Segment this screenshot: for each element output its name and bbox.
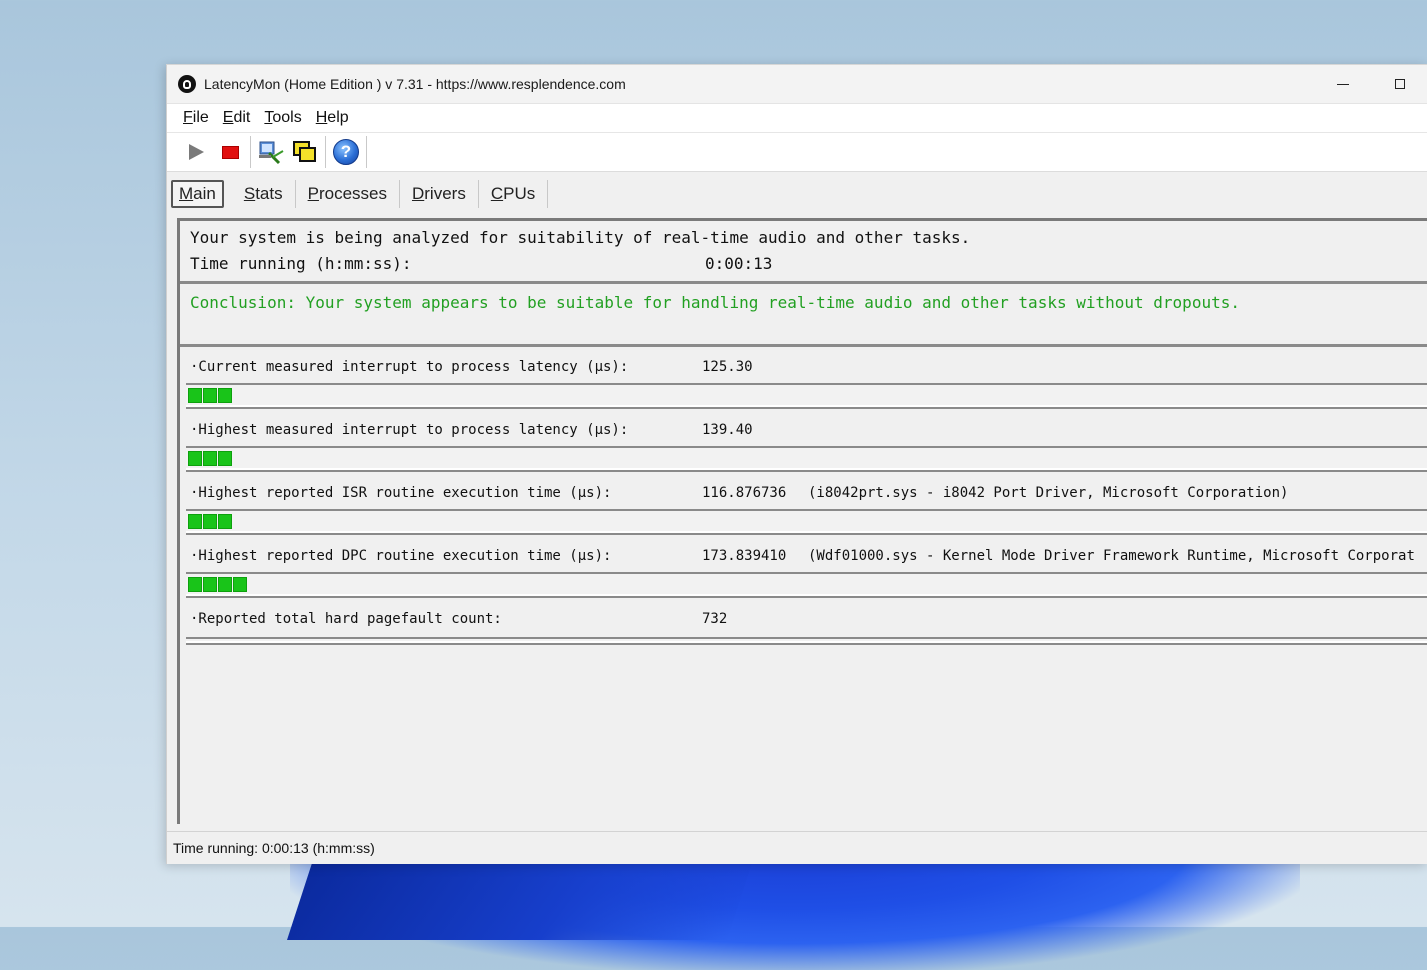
window-title: LatencyMon (Home Edition ) v 7.31 - http… [204,76,626,92]
latency-bar-segment [218,577,232,592]
metric-highest-latency: ·Highest measured interrupt to process l… [186,410,1427,473]
metric-label: ·Current measured interrupt to process l… [190,359,629,375]
metric-extra: (Wdf01000.sys - Kernel Mode Driver Frame… [808,548,1415,564]
metric-value: 116.876736 [702,485,787,501]
latency-bar-segment [203,577,217,592]
windows-icon [293,141,316,162]
menu-file[interactable]: File [176,109,216,127]
latency-bar-segment [188,577,202,592]
tab-drivers[interactable]: Drivers [400,180,479,208]
time-running-value: 0:00:13 [705,254,773,273]
minimize-button[interactable] [1314,65,1371,103]
metric-extra: (i8042prt.sys - i8042 Port Driver, Micro… [808,485,1289,501]
analysis-box: Your system is being analyzed for suitab… [180,221,1427,284]
toolbar-separator [366,136,367,168]
latency-bar-segment [188,388,202,403]
menu-edit[interactable]: Edit [216,109,258,127]
latency-bar-fill [188,451,233,466]
stop-icon [221,145,239,159]
metric-label: ·Reported total hard pagefault count: [190,611,502,627]
tab-cpus[interactable]: CPUs [479,180,549,208]
metric-pagefault-count: ·Reported total hard pagefault count: 73… [186,599,1427,662]
metric-current-latency: ·Current measured interrupt to process l… [186,347,1427,410]
latency-bar-segment [203,514,217,529]
metric-label: ·Highest measured interrupt to process l… [190,422,629,438]
latency-bar-segment [203,388,217,403]
help-icon: ? [333,139,359,165]
windows-button[interactable] [288,136,322,168]
time-running-row: Time running (h:mm:ss): 0:00:13 [190,251,1427,277]
menu-help[interactable]: Help [309,109,356,127]
minimize-icon [1336,83,1349,85]
drivers-search-icon [259,141,284,165]
metric-isr-time: ·Highest reported ISR routine execution … [186,473,1427,536]
status-bar: Time running: 0:00:13 (h:mm:ss) [167,831,1427,864]
metric-value: 139.40 [702,422,753,438]
conclusion-text: Conclusion: Your system appears to be su… [190,293,1240,312]
latency-bar-segment [188,514,202,529]
tab-stats[interactable]: Stats [232,180,296,208]
play-icon [188,144,204,160]
menu-tools[interactable]: Tools [257,109,308,127]
metric-value: 173.839410 [702,548,787,564]
time-running-label: Time running (h:mm:ss): [190,254,412,273]
drivers-search-button[interactable] [254,136,288,168]
menu-bar: File Edit Tools Help [167,104,1427,133]
latency-bar-segment [218,388,232,403]
tab-strip: Main Stats Processes Drivers CPUs [167,172,1427,216]
start-button[interactable] [179,136,213,168]
latency-bar-segment [203,451,217,466]
toolbar-separator [250,136,251,168]
latency-bar [186,572,1427,598]
wallpaper-bloom-dark [287,860,753,940]
metrics-list: ·Current measured interrupt to process l… [180,347,1427,662]
separator-line [186,637,1427,645]
stop-button[interactable] [213,136,247,168]
latency-bar-fill [188,388,233,403]
metric-dpc-time: ·Highest reported DPC routine execution … [186,536,1427,599]
tab-main[interactable]: Main [171,180,224,208]
help-button[interactable]: ? [329,136,363,168]
title-bar[interactable]: LatencyMon (Home Edition ) v 7.31 - http… [167,65,1427,104]
latency-bar-fill [188,577,248,592]
latency-bar-segment [218,451,232,466]
analysis-line: Your system is being analyzed for suitab… [190,228,971,247]
maximize-button[interactable] [1371,65,1427,103]
latency-bar [186,446,1427,472]
latencymon-window: LatencyMon (Home Edition ) v 7.31 - http… [166,64,1427,864]
metric-value: 125.30 [702,359,753,375]
tab-processes[interactable]: Processes [296,180,400,208]
status-text: Time running: 0:00:13 (h:mm:ss) [173,840,375,856]
latency-bar [186,383,1427,409]
latency-bar-fill [188,514,233,529]
metric-value: 732 [702,611,728,627]
latency-bar [186,509,1427,535]
latency-bar-segment [218,514,232,529]
toolbar-separator [325,136,326,168]
metric-label: ·Highest reported ISR routine execution … [190,485,612,501]
latency-bar-segment [188,451,202,466]
metric-label: ·Highest reported DPC routine execution … [190,548,612,564]
window-controls [1314,65,1427,103]
toolbar: ? [167,133,1427,172]
main-panel: Your system is being analyzed for suitab… [177,218,1427,824]
latencymon-app-icon [178,75,196,93]
latency-bar-segment [233,577,247,592]
maximize-icon [1394,79,1405,89]
conclusion-box: Conclusion: Your system appears to be su… [180,284,1427,347]
